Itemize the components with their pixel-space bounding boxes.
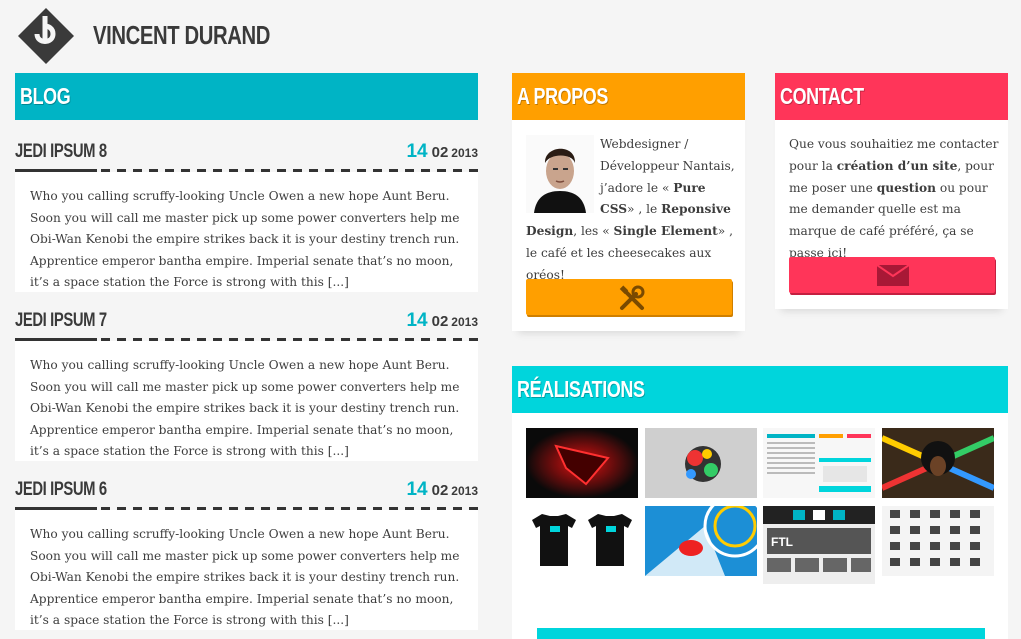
- post-excerpt: Who you calling scruffy-looking Uncle Ow…: [15, 172, 478, 292]
- work-thumbnail[interactable]: [526, 506, 638, 576]
- post-title[interactable]: JEDI IPSUM 6: [15, 479, 107, 501]
- post-excerpt: Who you calling scruffy-looking Uncle Ow…: [15, 341, 478, 461]
- blog-post: JEDI IPSUM 8 14 02 2013 Who you calling sc…: [15, 133, 478, 292]
- blog-header: BLOG: [15, 73, 478, 120]
- blog-heading: BLOG: [20, 83, 71, 109]
- work-thumbnail[interactable]: [882, 506, 994, 576]
- post-date: 14 02 2013: [406, 310, 478, 332]
- work-thumbnail[interactable]: [763, 428, 875, 498]
- works-section: RÉALISATIONS FTL: [512, 366, 1008, 639]
- post-divider: [15, 338, 478, 341]
- post-year: 2013: [451, 146, 478, 160]
- post-divider: [15, 507, 478, 510]
- works-heading: RÉALISATIONS: [517, 376, 645, 402]
- post-month: 02: [431, 482, 449, 499]
- contact-text: Que vous souhaitiez me contacter pour la…: [789, 137, 999, 260]
- post-year: 2013: [451, 315, 478, 329]
- post-title[interactable]: JEDI IPSUM 8: [15, 141, 107, 163]
- contact-header: CONTACT: [775, 73, 1008, 120]
- post-day: 14: [406, 310, 428, 331]
- about-section: A PROPOS Webdesigner / Développeur Nanta…: [512, 73, 745, 331]
- work-thumbnail[interactable]: [882, 428, 994, 498]
- contact-button[interactable]: [789, 257, 995, 293]
- work-thumbnail[interactable]: [645, 506, 757, 576]
- blog-section: BLOG JEDI IPSUM 8 14 02 2013 Who you calli…: [15, 73, 478, 639]
- tools-icon: [619, 285, 645, 310]
- site-logo[interactable]: [18, 8, 74, 64]
- post-date: 14 02 2013: [406, 141, 478, 163]
- contact-section: CONTACT Que vous souhaitiez me contacter…: [775, 73, 1008, 309]
- post-title[interactable]: JEDI IPSUM 7: [15, 310, 107, 332]
- post-date: 14 02 2013: [406, 479, 478, 501]
- post-day: 14: [406, 479, 428, 500]
- about-header: A PROPOS: [512, 73, 745, 120]
- post-month: 02: [431, 313, 449, 330]
- work-thumbnail[interactable]: [645, 428, 757, 498]
- about-heading: A PROPOS: [517, 83, 608, 109]
- contact-heading: CONTACT: [780, 83, 864, 109]
- works-more-button[interactable]: [537, 628, 985, 639]
- svg-text:FTL: FTL: [771, 535, 793, 549]
- post-year: 2013: [451, 484, 478, 498]
- works-header: RÉALISATIONS: [512, 366, 1008, 413]
- post-month: 02: [431, 144, 449, 161]
- work-thumbnail[interactable]: [526, 428, 638, 498]
- post-divider: [15, 169, 478, 172]
- blog-post: JEDI IPSUM 7 14 02 2013 Who you calling sc…: [15, 302, 478, 461]
- about-more-button[interactable]: [526, 279, 732, 315]
- envelope-icon: [877, 265, 909, 286]
- blog-post: JEDI IPSUM 6 14 02 2013 Who you calling sc…: [15, 471, 478, 630]
- about-text: Webdesigner / Développeur Nantais, j’ado…: [526, 137, 735, 282]
- post-day: 14: [406, 141, 428, 162]
- post-excerpt: Who you calling scruffy-looking Uncle Ow…: [15, 510, 478, 630]
- work-thumbnail[interactable]: FTL: [763, 506, 875, 584]
- site-title[interactable]: Vincent Durand: [93, 20, 270, 51]
